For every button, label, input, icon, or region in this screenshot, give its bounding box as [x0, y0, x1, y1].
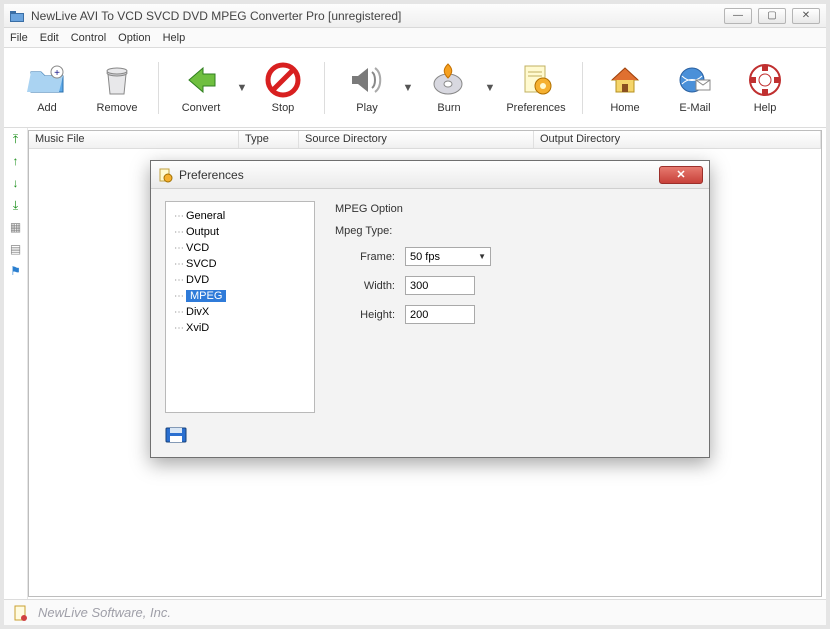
play-dropdown[interactable]: ▼ — [402, 69, 414, 107]
width-label: Width: — [335, 280, 405, 292]
dialog-footer — [151, 423, 709, 457]
menu-option[interactable]: Option — [118, 32, 150, 44]
move-bottom-icon[interactable]: ⤓ — [9, 198, 23, 212]
home-button[interactable]: Home — [590, 59, 660, 116]
col-music-file[interactable]: Music File — [29, 131, 239, 148]
chevron-down-icon: ▼ — [478, 252, 486, 261]
status-doc-icon — [12, 604, 30, 622]
minimize-button[interactable]: ― — [724, 8, 752, 24]
play-label: Play — [356, 102, 377, 114]
help-label: Help — [754, 102, 777, 114]
lifering-icon — [745, 61, 785, 99]
dialog-title: Preferences — [179, 168, 659, 182]
menu-edit[interactable]: Edit — [40, 32, 59, 44]
options-panel: MPEG Option Mpeg Type: Frame: 50 fps ▼ W… — [329, 201, 695, 413]
disc-burn-icon — [429, 61, 469, 99]
close-button[interactable]: ✕ — [792, 8, 820, 24]
home-icon — [605, 61, 645, 99]
side-icon-gray[interactable]: ▦ — [9, 220, 23, 234]
col-source-dir[interactable]: Source Directory — [299, 131, 534, 148]
section-title: MPEG Option — [335, 203, 689, 215]
burn-dropdown[interactable]: ▼ — [484, 69, 496, 107]
status-company: NewLive Software, Inc. — [38, 605, 171, 620]
titlebar: NewLive AVI To VCD SVCD DVD MPEG Convert… — [4, 4, 826, 28]
tree-node-output[interactable]: ⋯Output — [170, 224, 310, 240]
frame-label: Frame: — [335, 251, 405, 263]
menu-control[interactable]: Control — [71, 32, 106, 44]
tree-node-general[interactable]: ⋯General — [170, 208, 310, 224]
width-input[interactable] — [405, 276, 475, 295]
side-toolbar: ⤒ ↑ ↓ ⤓ ▦ ▤ ⚑ — [4, 128, 28, 599]
burn-label: Burn — [437, 102, 460, 114]
stop-label: Stop — [272, 102, 295, 114]
menu-file[interactable]: File — [10, 32, 28, 44]
col-type[interactable]: Type — [239, 131, 299, 148]
play-button[interactable]: Play — [332, 59, 402, 116]
preferences-tree: ⋯General ⋯Output ⋯VCD ⋯SVCD ⋯DVD ⋯MPEG ⋯… — [165, 201, 315, 413]
convert-label: Convert — [182, 102, 221, 114]
stop-button[interactable]: Stop — [248, 59, 318, 116]
mpeg-type-label: Mpeg Type: — [335, 225, 402, 237]
trash-icon — [97, 61, 137, 99]
toolbar: + Add Remove Convert ▼ — [4, 48, 826, 128]
height-input[interactable] — [405, 305, 475, 324]
app-icon — [10, 9, 26, 23]
preferences-label: Preferences — [506, 102, 565, 114]
convert-button[interactable]: Convert — [166, 59, 236, 116]
tree-node-divx[interactable]: ⋯DivX — [170, 304, 310, 320]
window-controls: ― ▢ ✕ — [724, 8, 820, 24]
home-label: Home — [610, 102, 639, 114]
add-button[interactable]: + Add — [12, 59, 82, 116]
menubar: File Edit Control Option Help — [4, 28, 826, 48]
toolbar-separator — [324, 62, 326, 114]
toolbar-separator — [582, 62, 584, 114]
svg-text:+: + — [54, 68, 60, 79]
tree-node-xvid[interactable]: ⋯XviD — [170, 320, 310, 336]
tree-node-svcd[interactable]: ⋯SVCD — [170, 256, 310, 272]
height-label: Height: — [335, 309, 405, 321]
convert-arrow-icon — [181, 61, 221, 99]
menu-help[interactable]: Help — [163, 32, 186, 44]
convert-dropdown[interactable]: ▼ — [236, 69, 248, 107]
folder-add-icon: + — [27, 61, 67, 99]
dialog-close-button[interactable]: ✕ — [659, 166, 703, 184]
side-icon-flag[interactable]: ⚑ — [9, 264, 23, 278]
speaker-icon — [347, 61, 387, 99]
remove-label: Remove — [97, 102, 138, 114]
move-up-icon[interactable]: ↑ — [9, 154, 23, 168]
col-output-dir[interactable]: Output Directory — [534, 131, 821, 148]
dialog-titlebar: Preferences ✕ — [151, 161, 709, 189]
save-disk-icon[interactable] — [165, 427, 187, 443]
side-icon-gray2[interactable]: ▤ — [9, 242, 23, 256]
frame-combo[interactable]: 50 fps ▼ — [405, 247, 491, 266]
help-button[interactable]: Help — [730, 59, 800, 116]
tree-node-mpeg[interactable]: ⋯MPEG — [170, 288, 310, 304]
maximize-button[interactable]: ▢ — [758, 8, 786, 24]
email-button[interactable]: E-Mail — [660, 59, 730, 116]
preferences-button[interactable]: Preferences — [496, 59, 576, 116]
window-title: NewLive AVI To VCD SVCD DVD MPEG Convert… — [31, 9, 724, 23]
tree-node-vcd[interactable]: ⋯VCD — [170, 240, 310, 256]
burn-button[interactable]: Burn — [414, 59, 484, 116]
move-down-icon[interactable]: ↓ — [9, 176, 23, 190]
column-headers: Music File Type Source Directory Output … — [29, 131, 821, 149]
email-globe-icon — [675, 61, 715, 99]
stop-icon — [263, 61, 303, 99]
email-label: E-Mail — [679, 102, 710, 114]
remove-button[interactable]: Remove — [82, 59, 152, 116]
gear-document-icon — [516, 61, 556, 99]
add-label: Add — [37, 102, 57, 114]
toolbar-separator — [158, 62, 160, 114]
move-top-icon[interactable]: ⤒ — [9, 132, 23, 146]
frame-value: 50 fps — [410, 251, 440, 263]
dialog-body: ⋯General ⋯Output ⋯VCD ⋯SVCD ⋯DVD ⋯MPEG ⋯… — [151, 189, 709, 423]
preferences-dialog: Preferences ✕ ⋯General ⋯Output ⋯VCD ⋯SVC… — [150, 160, 710, 458]
statusbar: NewLive Software, Inc. — [4, 599, 826, 625]
tree-node-dvd[interactable]: ⋯DVD — [170, 272, 310, 288]
dialog-icon — [157, 167, 173, 183]
